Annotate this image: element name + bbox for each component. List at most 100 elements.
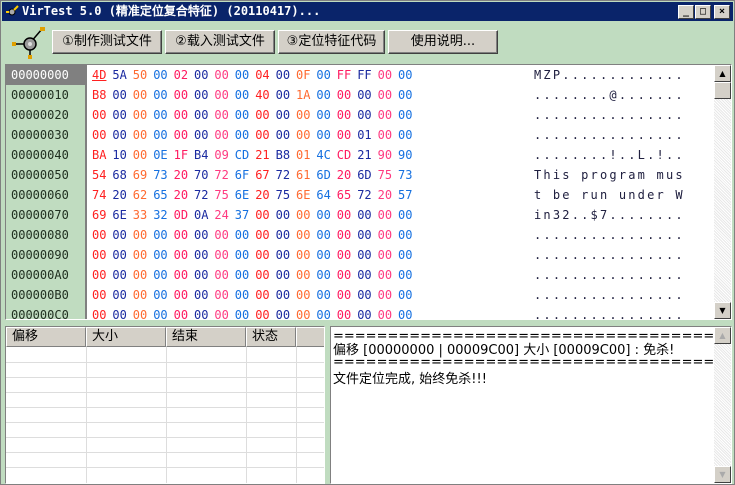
hex-row[interactable]: 00000070 69 6E 33 32 0D 0A 24 37 00 00 00 00 00 00 00 00…	[6, 205, 716, 225]
hex-byte[interactable]: 00	[398, 245, 416, 265]
hex-byte[interactable]: 00	[357, 85, 375, 105]
hex-byte[interactable]: 00	[398, 225, 416, 245]
hex-byte[interactable]: 10	[112, 145, 130, 165]
hex-byte[interactable]: 4C	[316, 145, 334, 165]
hex-byte[interactable]: 00	[316, 265, 334, 285]
hex-byte[interactable]: 00	[194, 265, 212, 285]
hex-byte[interactable]: 00	[276, 85, 294, 105]
hex-byte[interactable]: 6D	[316, 165, 334, 185]
hex-byte[interactable]: 00	[255, 305, 273, 319]
hex-row[interactable]: 00000060 74 20 62 65 20 72 75 6E 20 75 6E 64 65 72 20 57…	[6, 185, 716, 205]
hex-byte[interactable]: 00	[153, 65, 171, 85]
hex-byte[interactable]: 00	[235, 245, 253, 265]
hex-byte[interactable]: 00	[316, 65, 334, 85]
hex-byte[interactable]: 00	[357, 305, 375, 319]
hex-byte[interactable]: 04	[255, 65, 273, 85]
hex-row[interactable]: 00000000 4D 5A 50 00 02 00 00 00 04 00 0F 00 FF FF 00 00…	[6, 65, 716, 85]
hex-byte[interactable]: 75	[214, 185, 232, 205]
hex-byte[interactable]: 37	[235, 205, 253, 225]
hex-byte[interactable]: 00	[398, 125, 416, 145]
hex-byte[interactable]: B4	[194, 145, 212, 165]
hex-byte[interactable]: 00	[214, 245, 232, 265]
scroll-up-icon[interactable]: ▲	[714, 327, 731, 344]
hex-byte[interactable]: BA	[92, 145, 110, 165]
hex-byte[interactable]: 00	[112, 305, 130, 319]
hex-row[interactable]: 00000040 BA 10 00 0E 1F B4 09 CD 21 B8 01 4C CD 21 90 90…	[6, 145, 716, 165]
hex-byte[interactable]: 00	[214, 105, 232, 125]
hex-byte[interactable]: 00	[255, 245, 273, 265]
hex-byte[interactable]: 6E	[112, 205, 130, 225]
hex-byte[interactable]: 00	[133, 145, 151, 165]
hex-byte[interactable]: 00	[378, 205, 396, 225]
hex-byte[interactable]: 00	[235, 125, 253, 145]
hex-byte[interactable]: 70	[194, 165, 212, 185]
hex-byte[interactable]: 00	[133, 125, 151, 145]
hex-byte[interactable]: FF	[337, 65, 355, 85]
result-list[interactable]: 偏移 大小 结束 状态	[5, 326, 325, 484]
hex-byte[interactable]: 00	[153, 285, 171, 305]
hex-byte[interactable]: 00	[235, 85, 253, 105]
hex-byte[interactable]: 0F	[296, 65, 314, 85]
hex-byte[interactable]: 00	[296, 285, 314, 305]
hex-byte[interactable]: 00	[112, 105, 130, 125]
hex-byte[interactable]: 00	[112, 125, 130, 145]
hex-byte[interactable]: 00	[194, 85, 212, 105]
hex-byte[interactable]: 00	[235, 105, 253, 125]
hex-byte[interactable]: 00	[133, 85, 151, 105]
load-test-files-button[interactable]: ②载入测试文件	[165, 30, 275, 54]
hex-byte[interactable]: 00	[276, 285, 294, 305]
hex-byte[interactable]: 00	[194, 65, 212, 85]
hex-byte[interactable]: 6E	[235, 185, 253, 205]
hex-byte[interactable]: 00	[174, 305, 192, 319]
hex-byte[interactable]: 00	[235, 265, 253, 285]
hex-byte[interactable]: 00	[214, 285, 232, 305]
hex-byte[interactable]: FF	[357, 65, 375, 85]
hex-byte[interactable]: 00	[92, 105, 110, 125]
hex-byte[interactable]: 50	[133, 65, 151, 85]
hex-byte[interactable]: 68	[112, 165, 130, 185]
hex-row[interactable]: 000000B0 00 00 00 00 00 00 00 00 00 00 00 00 00 00 00 00…	[6, 285, 716, 305]
hex-byte[interactable]: 75	[378, 165, 396, 185]
hex-byte[interactable]: 00	[296, 225, 314, 245]
hex-byte[interactable]: 00	[316, 105, 334, 125]
hex-byte[interactable]: 00	[378, 305, 396, 319]
hex-byte[interactable]: 00	[153, 105, 171, 125]
hex-byte[interactable]: 00	[378, 85, 396, 105]
hex-byte[interactable]: 90	[398, 145, 416, 165]
hex-byte[interactable]: 00	[337, 245, 355, 265]
hex-view[interactable]: 00000000 4D 5A 50 00 02 00 00 00 04 00 0F 00 FF FF 00 00…	[5, 64, 732, 320]
hex-byte[interactable]: 00	[316, 305, 334, 319]
hex-byte[interactable]: 65	[153, 185, 171, 205]
hex-byte[interactable]: 00	[92, 225, 110, 245]
log-output[interactable]: ========================================…	[330, 326, 732, 484]
hex-byte[interactable]: 00	[398, 285, 416, 305]
hex-byte[interactable]: 00	[194, 245, 212, 265]
hex-byte[interactable]: 20	[174, 185, 192, 205]
hex-byte[interactable]: 21	[255, 145, 273, 165]
hex-byte[interactable]: 00	[316, 205, 334, 225]
column-header-end[interactable]: 结束	[166, 327, 246, 347]
hex-byte[interactable]: 24	[214, 205, 232, 225]
hex-byte[interactable]: 00	[214, 125, 232, 145]
hex-byte[interactable]: 00	[112, 85, 130, 105]
hex-byte[interactable]: 00	[174, 285, 192, 305]
hex-byte[interactable]: 0E	[153, 145, 171, 165]
hex-row[interactable]: 000000C0 00 00 00 00 00 00 00 00 00 00 00 00 00 00 00 00…	[6, 305, 716, 319]
hex-byte[interactable]: 00	[235, 305, 253, 319]
hex-byte[interactable]: 00	[357, 105, 375, 125]
locate-signature-button[interactable]: ③定位特征代码	[278, 30, 385, 54]
hex-byte[interactable]: 00	[194, 105, 212, 125]
hex-byte[interactable]: 00	[276, 205, 294, 225]
hex-byte[interactable]: 00	[235, 65, 253, 85]
hex-byte[interactable]: 00	[92, 245, 110, 265]
hex-byte[interactable]: 00	[214, 65, 232, 85]
hex-byte[interactable]: 00	[255, 225, 273, 245]
hex-byte[interactable]: 00	[194, 305, 212, 319]
hex-byte[interactable]: 5A	[112, 65, 130, 85]
hex-byte[interactable]: 00	[276, 265, 294, 285]
hex-byte[interactable]: 6F	[235, 165, 253, 185]
hex-byte[interactable]: 00	[235, 285, 253, 305]
hex-byte[interactable]: B8	[276, 145, 294, 165]
hex-byte[interactable]: 75	[276, 185, 294, 205]
hex-byte[interactable]: 00	[194, 225, 212, 245]
